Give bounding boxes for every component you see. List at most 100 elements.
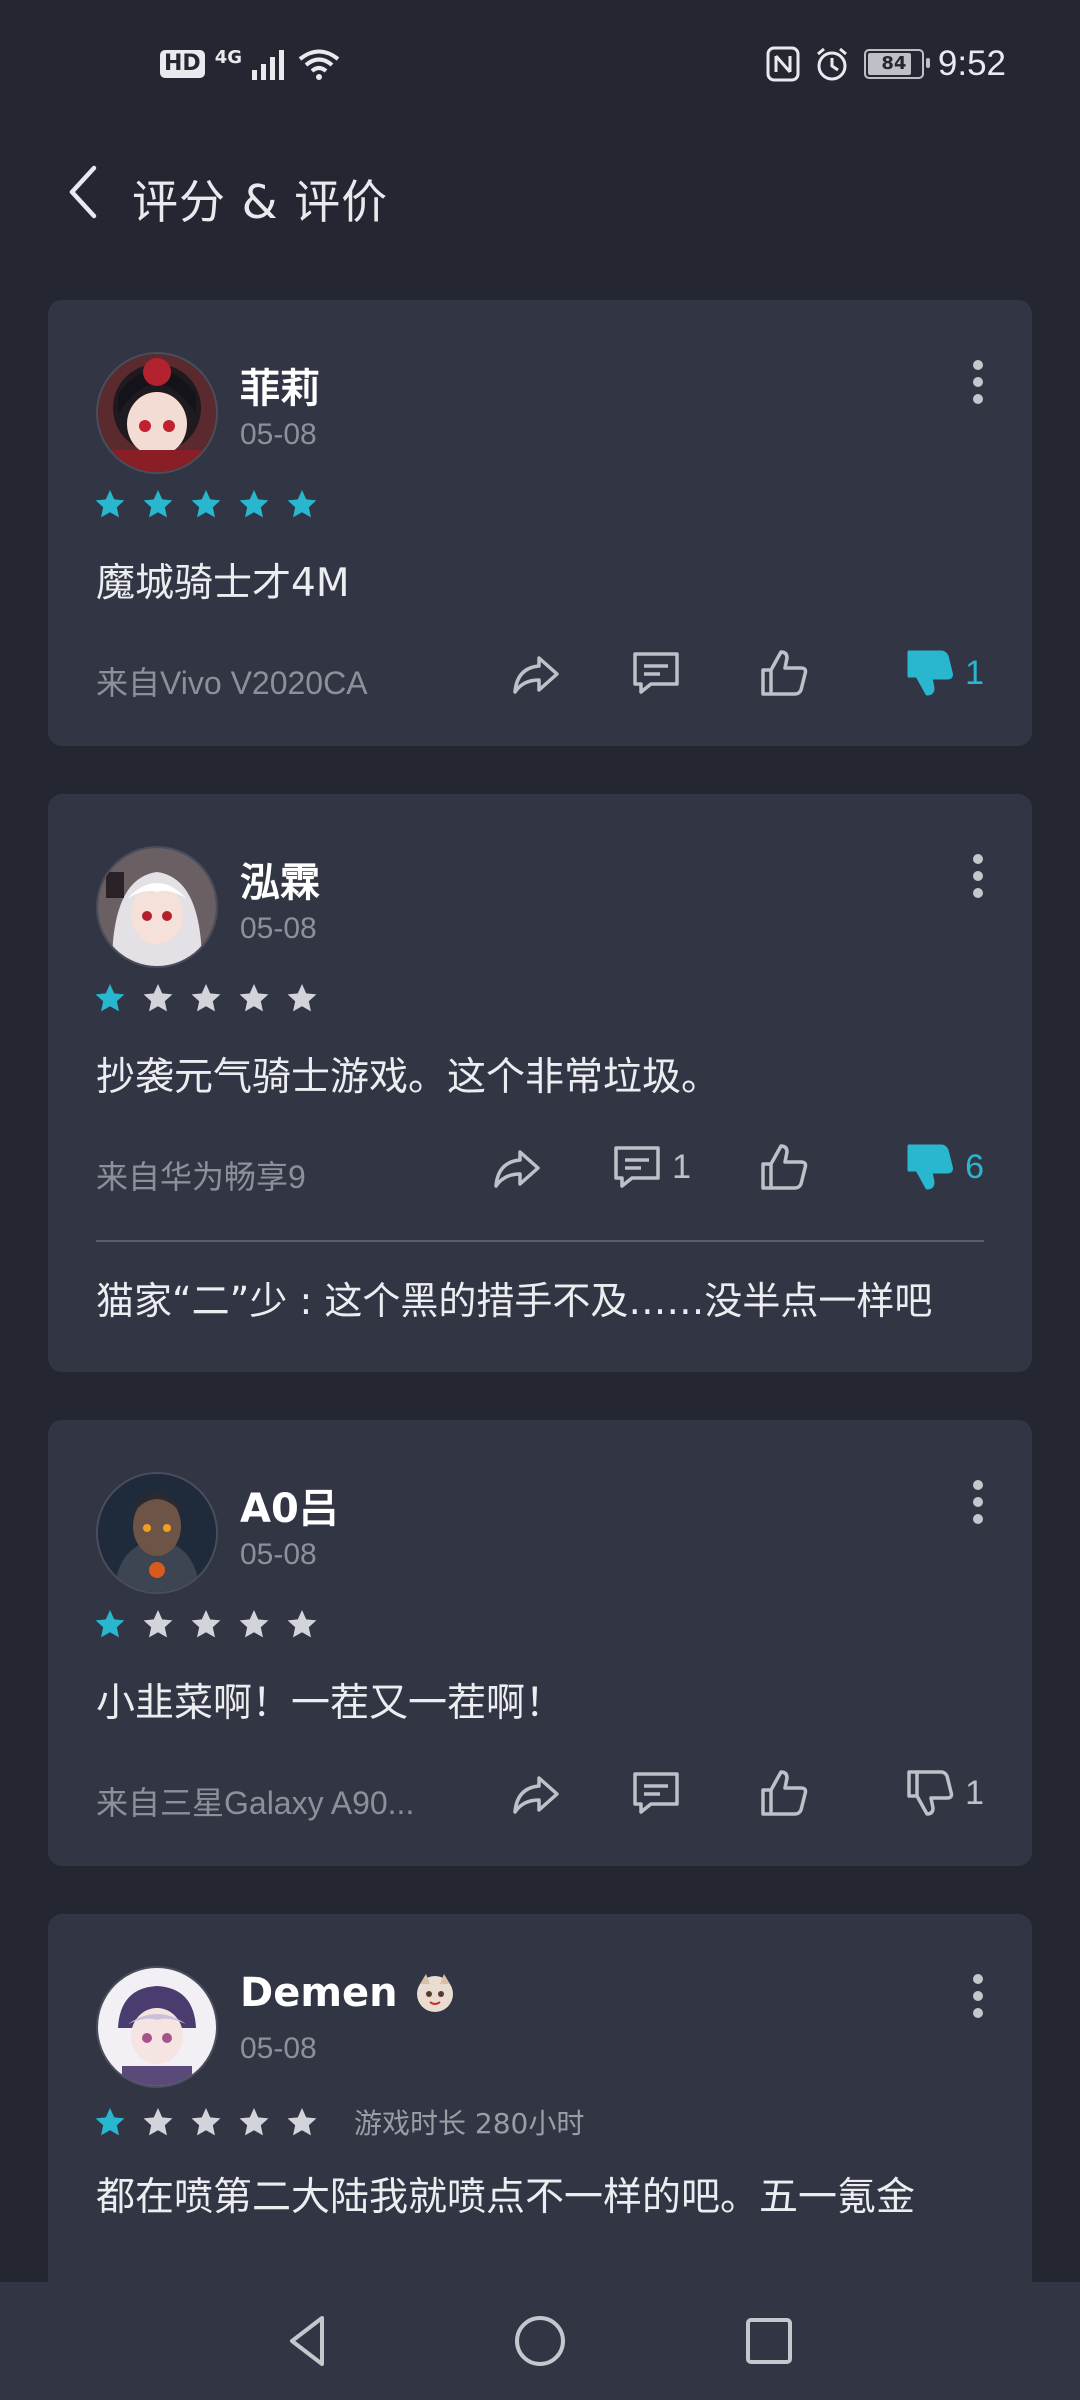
network-type: 4G [214, 46, 242, 68]
username-text: Demen [240, 1970, 398, 2016]
rating-stars [94, 982, 318, 1014]
review-card: A0吕 05-08 小韭菜啊！一茬又一茬啊！ 来自三星Galaxy A90...… [48, 1420, 1032, 1866]
avatar[interactable] [96, 352, 218, 474]
status-bar: HD 4G 84 9:52 [0, 0, 1080, 130]
star-filled-icon [95, 1610, 125, 1638]
rating-stars [94, 488, 318, 520]
review-date: 05-08 [240, 418, 317, 451]
back-arrow-icon[interactable] [56, 162, 116, 222]
username-text: A0吕 [240, 1486, 339, 1532]
review-text: 小韭菜啊！一茬又一茬啊！ [96, 1681, 565, 1726]
username: A0吕 [240, 1476, 339, 1534]
share-icon [513, 656, 559, 694]
thumbs-down-filled-icon [907, 650, 954, 696]
review-actions: 1 [509, 1766, 984, 1820]
review-actions: 1 [509, 646, 984, 700]
page-title: 评分 & 评价 [132, 175, 389, 229]
avatar[interactable] [96, 1472, 218, 1594]
star-filled-icon [239, 490, 269, 518]
dislike-button[interactable]: 6 [903, 1140, 984, 1194]
thumbs-down-icon [907, 1770, 954, 1816]
dislike-count: 1 [965, 1773, 984, 1812]
star-empty-icon [239, 2108, 269, 2136]
more-options-icon[interactable] [968, 360, 988, 404]
thumbs-up-icon [761, 1144, 808, 1190]
comment-icon [633, 1772, 679, 1814]
review-card: 菲莉 05-08 魔城骑士才4M 来自Vivo V2020CA 1 [48, 300, 1032, 746]
star-empty-icon [191, 984, 221, 1012]
battery-icon: 84 [863, 49, 930, 79]
username-text: 菲莉 [240, 366, 320, 412]
comment-button[interactable] [629, 1766, 691, 1820]
star-filled-icon [287, 490, 317, 518]
review-text: 魔城骑士才4M [96, 561, 350, 606]
star-filled-icon [95, 984, 125, 1012]
star-empty-icon [287, 1610, 317, 1638]
header: 评分 & 评价 [0, 140, 1080, 250]
comment-icon [614, 1146, 660, 1188]
comment-button[interactable] [629, 646, 691, 700]
playtime-label: 游戏时长 280小时 [354, 2107, 585, 2140]
dislike-count: 6 [965, 1147, 984, 1186]
status-time: 9:52 [937, 44, 1006, 83]
dislike-count: 1 [965, 653, 984, 692]
device-label: 来自华为畅享9 [96, 1159, 306, 1195]
star-empty-icon [191, 2108, 221, 2136]
review-date: 05-08 [240, 912, 317, 945]
comment-button[interactable]: 1 [610, 1140, 691, 1194]
share-icon [494, 1150, 540, 1188]
divider [96, 1240, 984, 1242]
star-empty-icon [239, 984, 269, 1012]
hd-badge: HD [160, 50, 205, 78]
star-empty-icon [287, 984, 317, 1012]
share-icon [513, 1776, 559, 1814]
star-filled-icon [191, 490, 221, 518]
signal-icon [252, 50, 284, 80]
status-left: HD 4G [160, 46, 340, 80]
avatar[interactable] [96, 1966, 218, 2088]
device-label: 来自Vivo V2020CA [96, 665, 368, 701]
like-button[interactable] [757, 1140, 819, 1194]
star-filled-icon [143, 490, 173, 518]
like-button[interactable] [757, 1766, 819, 1820]
star-empty-icon [239, 1610, 269, 1638]
recents-square-icon[interactable] [736, 2308, 802, 2374]
more-options-icon[interactable] [968, 1974, 988, 2018]
star-empty-icon [287, 2108, 317, 2136]
username: 泓霖 [240, 850, 320, 908]
share-button[interactable] [509, 1766, 563, 1820]
thumbs-up-icon [761, 1770, 808, 1816]
review-date: 05-08 [240, 2032, 317, 2065]
alarm-icon [816, 47, 847, 81]
rating-stars [94, 1608, 318, 1640]
thumbs-down-filled-icon [907, 1144, 954, 1190]
star-filled-icon [95, 490, 125, 518]
star-empty-icon [143, 984, 173, 1012]
share-button[interactable] [509, 646, 563, 700]
username: 菲莉 [240, 356, 320, 414]
dislike-button[interactable]: 1 [903, 1766, 984, 1820]
thumbs-up-icon [761, 650, 808, 696]
review-card: 泓霖 05-08 抄袭元气骑士游戏。这个非常垃圾。 来自华为畅享9 1 6 猫家… [48, 794, 1032, 1372]
star-filled-icon [95, 2108, 125, 2136]
share-button[interactable] [490, 1140, 544, 1194]
review-text: 都在喷第二大陆我就喷点不一样的吧。五一氪金 [96, 2175, 916, 2220]
more-options-icon[interactable] [968, 854, 988, 898]
star-empty-icon [143, 2108, 173, 2136]
nfc-icon [766, 46, 800, 82]
more-options-icon[interactable] [968, 1480, 988, 1524]
dislike-button[interactable]: 1 [903, 646, 984, 700]
status-right: 84 9:52 [766, 44, 1006, 84]
comment-icon [633, 652, 679, 694]
avatar[interactable] [96, 846, 218, 968]
navigation-bar [0, 2282, 1080, 2400]
like-button[interactable] [757, 646, 819, 700]
home-circle-icon[interactable] [507, 2308, 573, 2374]
comment-count: 1 [672, 1147, 692, 1186]
reply-preview[interactable]: 猫家“二”少 : 这个黑的措手不及……没半点一样吧 [96, 1270, 932, 1325]
review-date: 05-08 [240, 1538, 317, 1571]
review-text: 抄袭元气骑士游戏。这个非常垃圾。 [96, 1055, 721, 1100]
back-triangle-icon[interactable] [276, 2308, 342, 2374]
username: Demen [240, 1970, 458, 2016]
user-badge-icon [416, 1974, 453, 2012]
